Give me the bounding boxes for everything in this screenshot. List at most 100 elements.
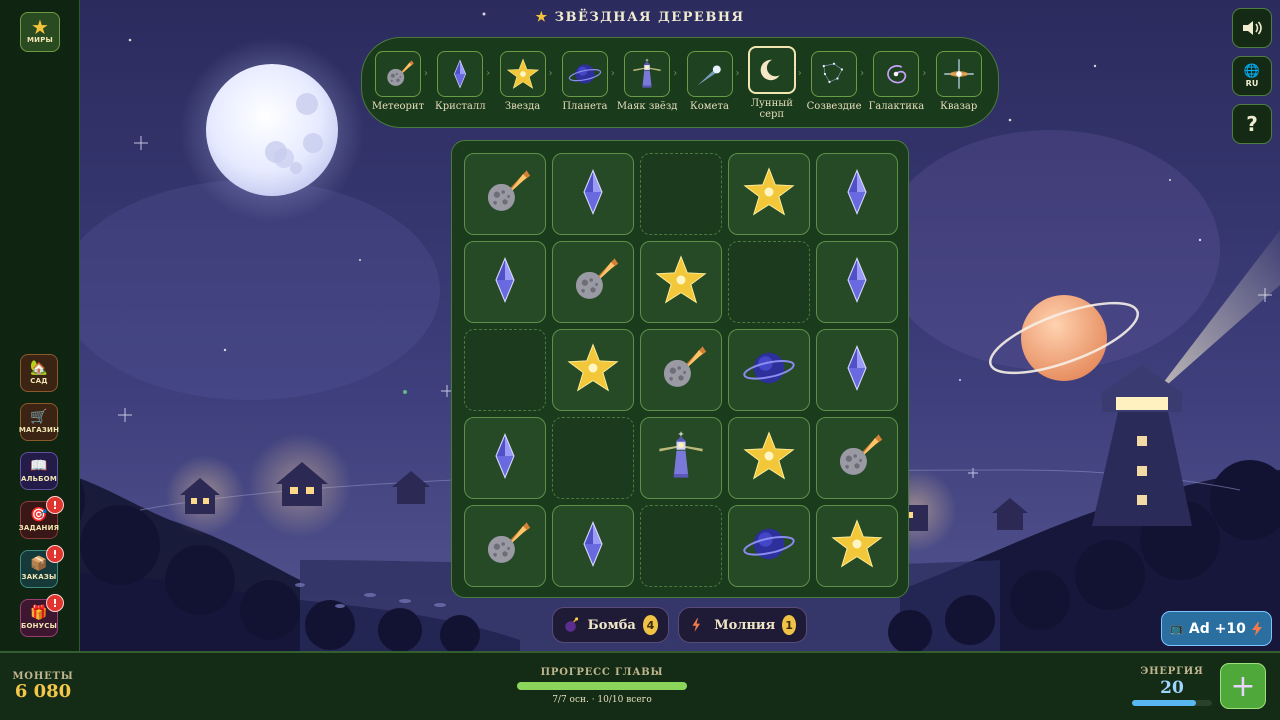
ad-label: Ad +10: [1188, 620, 1246, 637]
chain-item-name: Маяк звёзд: [616, 101, 678, 112]
album-label: АЛЬБОМ: [20, 475, 58, 483]
meteor-icon: [830, 429, 884, 487]
planet-icon: [742, 517, 796, 575]
meteor-icon: [566, 253, 620, 311]
crystal-icon: [830, 165, 884, 223]
star-icon: [566, 341, 620, 399]
tasks-button[interactable]: 🎯 ЗАДАНИЯ !: [18, 496, 64, 539]
tasks-label: ЗАДАНИЯ: [18, 524, 60, 532]
board-cell-crystal[interactable]: [816, 153, 898, 235]
meteor-icon: [478, 165, 532, 223]
crystal-icon: [566, 165, 620, 223]
chain-item-comet[interactable]: Комета: [678, 51, 742, 112]
meteor-icon: [375, 51, 421, 97]
board-cell-meteor[interactable]: [552, 241, 634, 323]
chain-item-name: Метеорит: [371, 101, 425, 112]
crystal-icon: [566, 517, 620, 575]
coins-value: 6 080: [14, 681, 72, 702]
language-button[interactable]: 🌐 RU: [1232, 56, 1272, 96]
bomb-powerup-button[interactable]: Бомба 4: [552, 607, 669, 643]
chain-item-lighthouse[interactable]: Маяк звёзд: [615, 51, 679, 112]
crystal-icon: [437, 51, 484, 97]
chain-item-name: Звезда: [504, 101, 541, 112]
book-icon: 📖: [30, 458, 48, 474]
board-cell-meteor[interactable]: [816, 417, 898, 499]
chapter-progress-text: 7/7 осн. · 10/10 всего: [552, 695, 652, 705]
board-cell-crystal[interactable]: [464, 417, 546, 499]
add-energy-button[interactable]: +: [1220, 663, 1266, 709]
help-question-mark: ?: [1246, 112, 1258, 136]
target-icon: 🎯: [30, 507, 48, 523]
garden-button[interactable]: 🏡 САД: [20, 354, 58, 392]
orders-label: ЗАКАЗЫ: [21, 573, 57, 581]
board-cell-crystal[interactable]: [464, 241, 546, 323]
board-cell-crystal[interactable]: [552, 505, 634, 587]
star-icon: [499, 51, 546, 97]
board-cell-planet[interactable]: [728, 329, 810, 411]
crystal-icon: [478, 429, 532, 487]
chain-item-quasar[interactable]: Квазар: [927, 51, 991, 112]
chain-item-name: Галактика: [868, 101, 925, 112]
empty-board-cell[interactable]: [728, 241, 810, 323]
crescent-icon: [747, 46, 796, 94]
board-cell-star[interactable]: [552, 329, 634, 411]
album-button[interactable]: 📖 АЛЬБОМ: [20, 452, 58, 490]
board-cell-crystal[interactable]: [816, 329, 898, 411]
chain-item-crystal[interactable]: Кристалл: [428, 51, 492, 112]
lightning-powerup-button[interactable]: Молния 1: [678, 607, 807, 643]
board-cell-star[interactable]: [816, 505, 898, 587]
board-cell-crystal[interactable]: [552, 153, 634, 235]
chain-item-name: Планета: [562, 101, 608, 112]
chain-item-name: Квазар: [940, 101, 978, 112]
board-cell-meteor[interactable]: [464, 153, 546, 235]
chain-item-name: Кристалл: [434, 101, 486, 112]
plus-icon: +: [1230, 668, 1256, 704]
lightning-count: 1: [782, 615, 796, 635]
empty-board-cell[interactable]: [640, 153, 722, 235]
help-button[interactable]: ?: [1232, 104, 1272, 144]
garden-label: САД: [30, 377, 48, 385]
lightning-icon: [692, 618, 701, 632]
empty-board-cell[interactable]: [640, 505, 722, 587]
board-cell-star[interactable]: [728, 417, 810, 499]
crystal-icon: [830, 253, 884, 311]
board-cell-planet[interactable]: [728, 505, 810, 587]
chain-item-galaxy[interactable]: Галактика: [864, 51, 928, 112]
bonuses-button[interactable]: 🎁 БОНУСЫ !: [20, 594, 64, 637]
gift-icon: 🎁: [30, 605, 48, 621]
star-icon: [654, 253, 708, 311]
chain-item-star[interactable]: Звезда: [491, 51, 555, 112]
speaker-icon: [1243, 21, 1262, 35]
chapter-progress-label: ПРОГРЕСС ГЛАВЫ: [540, 667, 664, 678]
constellation-icon: [811, 51, 858, 97]
board-cell-star[interactable]: [728, 153, 810, 235]
shop-button[interactable]: 🛒 МАГАЗИН: [19, 403, 59, 441]
lighthouse-icon: [624, 51, 671, 97]
energy-bar-fill: [1132, 700, 1196, 706]
chain-item-planet[interactable]: Планета: [553, 51, 617, 112]
board-cell-meteor[interactable]: [640, 329, 722, 411]
star-icon: [830, 517, 884, 575]
board-cell-lighthouse[interactable]: [640, 417, 722, 499]
star-icon: [742, 165, 796, 223]
box-icon: 📦: [30, 556, 48, 572]
village-title: ★ ЗВЁЗДНАЯ ДЕРЕВНЯ: [0, 10, 1280, 25]
chain-item-meteor[interactable]: Метеорит: [366, 51, 430, 112]
orders-button[interactable]: 📦 ЗАКАЗЫ !: [20, 545, 64, 588]
ad-tv-icon: 📺: [1170, 622, 1184, 635]
crystal-icon: [478, 253, 532, 311]
title-star-icon: ★: [535, 10, 549, 25]
chain-item-crescent[interactable]: Лунный серп: [740, 46, 804, 120]
empty-board-cell[interactable]: [552, 417, 634, 499]
board-cell-crystal[interactable]: [816, 241, 898, 323]
planet-icon: [742, 341, 796, 399]
empty-board-cell[interactable]: [464, 329, 546, 411]
house-icon: 🏡: [30, 360, 48, 376]
lightning-label: Молния: [714, 617, 776, 633]
board-cell-meteor[interactable]: [464, 505, 546, 587]
sound-button[interactable]: [1232, 8, 1272, 48]
watch-ad-button[interactable]: 📺 Ad +10: [1161, 611, 1272, 646]
board-cell-star[interactable]: [640, 241, 722, 323]
orders-alert-badge: !: [46, 545, 64, 563]
chain-item-constellation[interactable]: Созвездие: [802, 51, 866, 112]
